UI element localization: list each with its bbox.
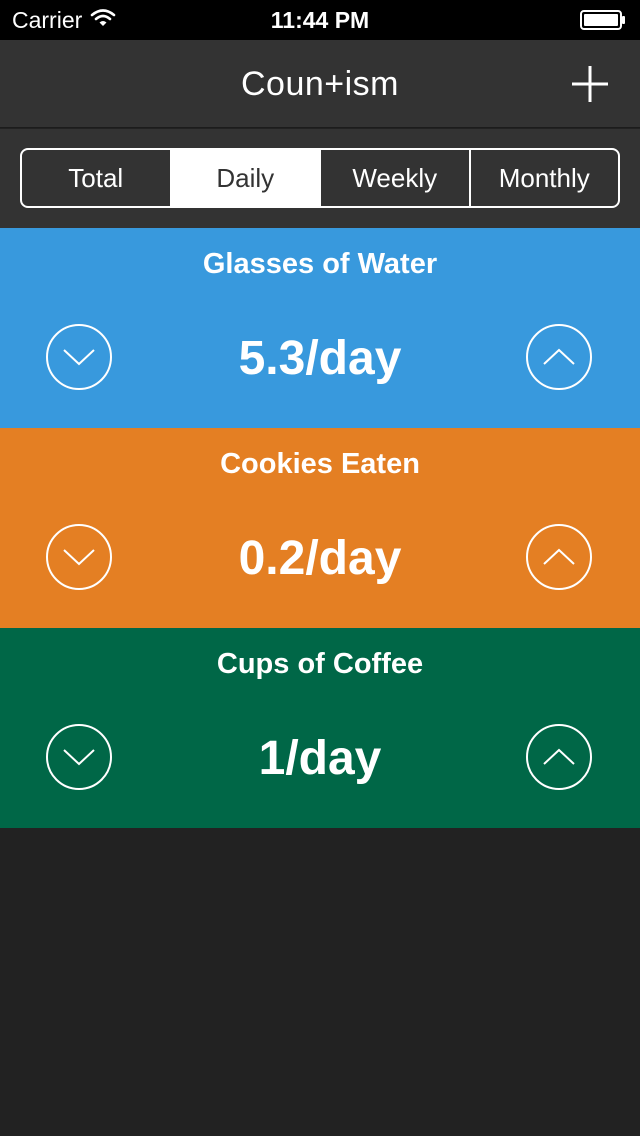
period-segmented-control: Total Daily Weekly Monthly xyxy=(20,148,620,208)
increment-button[interactable] xyxy=(526,524,592,590)
add-counter-button[interactable] xyxy=(566,60,614,108)
segment-area: Total Daily Weekly Monthly xyxy=(0,129,640,228)
increment-button[interactable] xyxy=(526,324,592,390)
counter-title: Glasses of Water xyxy=(202,248,438,280)
decrement-button[interactable] xyxy=(46,524,112,590)
segment-total[interactable]: Total xyxy=(22,150,172,206)
counter-title: Cookies Eaten xyxy=(220,448,420,480)
counter-title: Cups of Coffee xyxy=(216,648,424,680)
segment-monthly[interactable]: Monthly xyxy=(471,150,619,206)
status-bar: Carrier 11:44 PM xyxy=(0,0,640,40)
segment-weekly[interactable]: Weekly xyxy=(321,150,471,206)
counter-value: 5.3/day xyxy=(238,331,402,385)
chevron-up-icon xyxy=(543,748,575,765)
status-time: 11:44 PM xyxy=(270,6,370,33)
counter-row-cookies: Cookies Eaten 0.2/day xyxy=(0,428,640,628)
counter-value: 0.2/day xyxy=(238,531,402,585)
plus-icon xyxy=(572,66,608,102)
increment-button[interactable] xyxy=(526,724,592,790)
segment-daily[interactable]: Daily xyxy=(171,150,321,206)
battery-icon xyxy=(580,10,626,30)
chevron-up-icon xyxy=(543,548,575,565)
counter-row-water: Glasses of Water 5.3/day xyxy=(0,228,640,428)
counter-value: 1/day xyxy=(258,731,382,785)
nav-bar: Coun+ism xyxy=(0,40,640,128)
chevron-down-icon xyxy=(63,349,95,366)
decrement-button[interactable] xyxy=(46,324,112,390)
chevron-down-icon xyxy=(63,749,95,766)
chevron-up-icon xyxy=(543,348,575,365)
counter-row-coffee: Cups of Coffee 1/day xyxy=(0,628,640,828)
app-title: Coun+ism xyxy=(240,64,399,103)
chevron-down-icon xyxy=(63,549,95,566)
decrement-button[interactable] xyxy=(46,724,112,790)
